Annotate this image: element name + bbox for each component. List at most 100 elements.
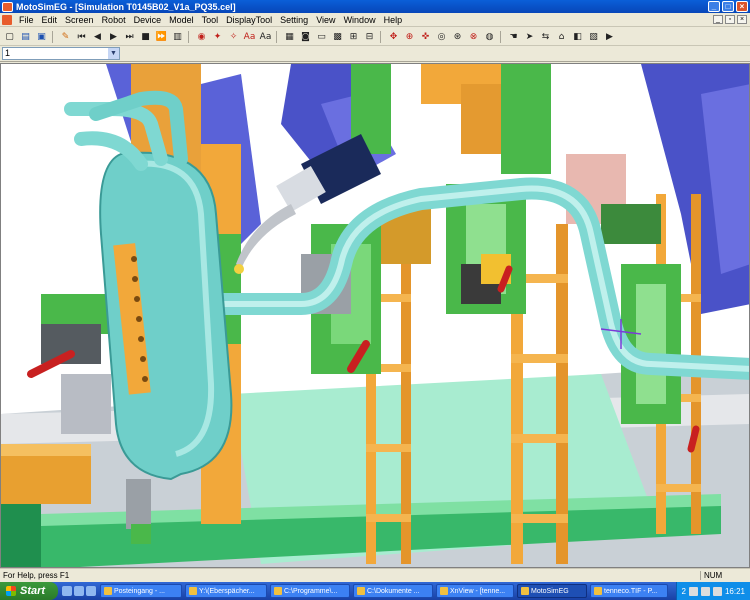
separator bbox=[52, 30, 56, 43]
windows-taskbar: Start Posteingang - ... Y:\(Eberspächer.… bbox=[0, 582, 750, 600]
robot-selector[interactable]: 1 ▼ bbox=[2, 47, 120, 60]
home-icon[interactable]: ⌂ bbox=[554, 30, 569, 44]
pan-icon[interactable]: ✜ bbox=[418, 30, 433, 44]
maximize-button[interactable]: □ bbox=[722, 1, 734, 12]
flip-icon[interactable]: ⇆ bbox=[538, 30, 553, 44]
save-icon[interactable]: ▣ bbox=[34, 30, 49, 44]
hand-icon[interactable]: ☚ bbox=[506, 30, 521, 44]
quicklaunch-icon[interactable] bbox=[74, 586, 84, 596]
windows-logo-icon bbox=[6, 586, 16, 596]
menu-view[interactable]: View bbox=[312, 15, 339, 25]
sphere-icon[interactable]: ◍ bbox=[482, 30, 497, 44]
zoom-icon[interactable]: ⊕ bbox=[402, 30, 417, 44]
tray-icon[interactable] bbox=[700, 586, 710, 596]
menu-model[interactable]: Model bbox=[165, 15, 198, 25]
menu-device[interactable]: Device bbox=[130, 15, 166, 25]
folder-icon bbox=[357, 587, 365, 595]
video-icon[interactable]: ▶ bbox=[602, 30, 617, 44]
xnview-icon bbox=[440, 587, 448, 595]
box-icon[interactable]: ◧ bbox=[570, 30, 585, 44]
fit-icon[interactable]: ◎ bbox=[434, 30, 449, 44]
menu-edit[interactable]: Edit bbox=[38, 15, 62, 25]
quicklaunch-icon[interactable] bbox=[86, 586, 96, 596]
goto-end-icon[interactable]: ⏩ bbox=[154, 30, 169, 44]
frame-icon[interactable]: ▥ bbox=[170, 30, 185, 44]
task-programme[interactable]: C:\Programme\... bbox=[270, 584, 350, 598]
task-label: C:\Programme\... bbox=[284, 587, 338, 595]
step-icon[interactable]: ⏭ bbox=[122, 30, 137, 44]
robot-icon[interactable]: ✦ bbox=[210, 30, 225, 44]
menu-file[interactable]: File bbox=[15, 15, 38, 25]
status-help-text: For Help, press F1 bbox=[3, 571, 70, 580]
mdi-close-button[interactable]: × bbox=[737, 15, 747, 24]
close-button[interactable]: × bbox=[736, 1, 748, 12]
camera-icon[interactable]: ◙ bbox=[298, 30, 313, 44]
system-tray: 2 16:21 bbox=[675, 582, 750, 600]
task-motosimeg[interactable]: MotoSimEG bbox=[517, 584, 587, 598]
record-icon[interactable]: ◉ bbox=[194, 30, 209, 44]
menu-tool[interactable]: Tool bbox=[198, 15, 223, 25]
simulation-scene bbox=[1, 64, 749, 567]
folder-icon bbox=[189, 587, 197, 595]
tool-icon[interactable]: ✧ bbox=[226, 30, 241, 44]
start-button[interactable]: Start bbox=[0, 582, 58, 600]
title-bar[interactable]: MotoSimEG - [Simulation T0145B02_V1a_PQ3… bbox=[0, 0, 750, 13]
start-label: Start bbox=[20, 585, 46, 597]
task-posteingang[interactable]: Posteingang - ... bbox=[100, 584, 182, 598]
separator bbox=[188, 30, 192, 43]
chevron-down-icon[interactable]: ▼ bbox=[108, 48, 119, 59]
mdi-restore-button[interactable]: ▫ bbox=[725, 15, 735, 24]
quick-launch bbox=[62, 586, 96, 596]
minimize-button[interactable]: _ bbox=[708, 1, 720, 12]
task-tenneco[interactable]: tenneco.TIF - P... bbox=[590, 584, 668, 598]
task-xnview[interactable]: XnView - [tenne... bbox=[436, 584, 514, 598]
status-num-indicator: NUM bbox=[700, 571, 750, 580]
robot-selector-value: 1 bbox=[5, 48, 11, 58]
menu-help[interactable]: Help bbox=[380, 15, 407, 25]
task-label: MotoSimEG bbox=[531, 587, 569, 595]
target-icon[interactable]: ⊗ bbox=[466, 30, 481, 44]
view-icon[interactable]: ⊛ bbox=[450, 30, 465, 44]
arrow-icon[interactable]: ➤ bbox=[522, 30, 537, 44]
grid-icon[interactable]: ▦ bbox=[282, 30, 297, 44]
menu-bar: File Edit Screen Robot Device Model Tool… bbox=[0, 13, 750, 27]
app-icon bbox=[2, 1, 13, 12]
app-window: MotoSimEG - [Simulation T0145B02_V1a_PQ3… bbox=[0, 0, 750, 582]
tray-icon[interactable] bbox=[688, 586, 698, 596]
layout-icon[interactable]: ▩ bbox=[330, 30, 345, 44]
pin-icon[interactable]: ✎ bbox=[58, 30, 73, 44]
clock[interactable]: 16:21 bbox=[725, 587, 745, 596]
stop-icon[interactable]: ■ bbox=[138, 30, 153, 44]
task-dokumente[interactable]: C:\Dokumente ... bbox=[353, 584, 433, 598]
step-back-icon[interactable]: ◀ bbox=[90, 30, 105, 44]
rewind-icon[interactable]: ⏮ bbox=[74, 30, 89, 44]
menu-setting[interactable]: Setting bbox=[276, 15, 312, 25]
menu-screen[interactable]: Screen bbox=[61, 15, 98, 25]
film-icon[interactable]: ▧ bbox=[586, 30, 601, 44]
paint-icon bbox=[594, 587, 602, 595]
task-label: Posteingang - ... bbox=[114, 587, 165, 595]
rotate-icon[interactable]: ✥ bbox=[386, 30, 401, 44]
font-text[interactable]: Aa bbox=[258, 30, 273, 44]
3d-viewport[interactable] bbox=[0, 63, 750, 568]
aa-red-text[interactable]: Aa bbox=[242, 30, 257, 44]
task-eberspaecher[interactable]: Y:\(Eberspächer... bbox=[185, 584, 267, 598]
axis-icon[interactable]: ⊞ bbox=[346, 30, 361, 44]
frame-view-icon[interactable]: ▭ bbox=[314, 30, 329, 44]
mdi-minimize-button[interactable]: _ bbox=[713, 15, 723, 24]
separator bbox=[500, 30, 504, 43]
new-icon[interactable]: ▢ bbox=[2, 30, 17, 44]
separator bbox=[276, 30, 280, 43]
menu-robot[interactable]: Robot bbox=[98, 15, 130, 25]
play-icon[interactable]: ▶ bbox=[106, 30, 121, 44]
ruler-icon[interactable]: ⊟ bbox=[362, 30, 377, 44]
quicklaunch-icon[interactable] bbox=[62, 586, 72, 596]
tray-icon[interactable] bbox=[712, 586, 722, 596]
task-label: XnView - [tenne... bbox=[450, 587, 506, 595]
document-icon[interactable] bbox=[2, 14, 12, 25]
menu-window[interactable]: Window bbox=[340, 15, 380, 25]
task-label: tenneco.TIF - P... bbox=[604, 587, 658, 595]
menu-displaytool[interactable]: DisplayTool bbox=[222, 15, 276, 25]
tray-count[interactable]: 2 bbox=[682, 587, 686, 596]
open-icon[interactable]: ▤ bbox=[18, 30, 33, 44]
